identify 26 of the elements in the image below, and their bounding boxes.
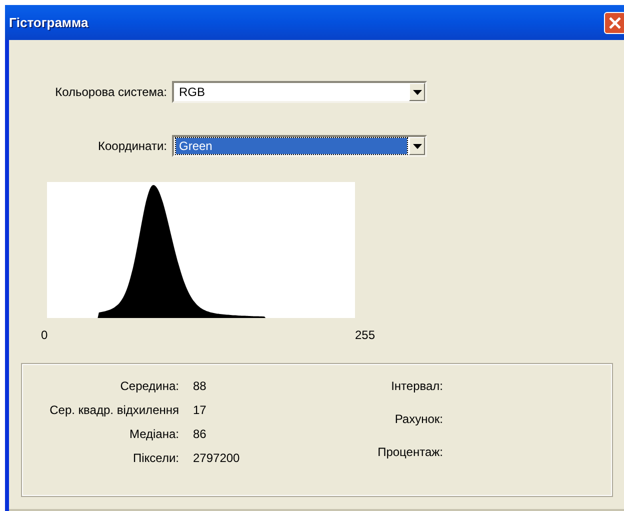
stat-value: 17 bbox=[193, 403, 206, 417]
dropdown[interactable]: RGB bbox=[172, 81, 427, 103]
stat-label: Сер. квадр. відхилення bbox=[48, 403, 180, 417]
field-label: Кольорова система: bbox=[54, 85, 168, 99]
dropdown[interactable]: Green bbox=[172, 135, 427, 157]
dropdown-button[interactable] bbox=[409, 83, 425, 101]
stat-label: Середина: bbox=[119, 379, 180, 393]
close-icon bbox=[608, 16, 622, 30]
stat-label: Інтервал: bbox=[391, 379, 443, 393]
stat-label: Медіана: bbox=[128, 427, 180, 441]
window-title: Гістограмма bbox=[9, 15, 88, 30]
caret-icon bbox=[412, 90, 422, 94]
axis-label: 0 bbox=[41, 328, 48, 342]
stat-value: 88 bbox=[193, 379, 206, 393]
stat-label: Рахунок: bbox=[394, 412, 443, 426]
close-button[interactable] bbox=[604, 12, 624, 34]
field-label: Координати: bbox=[96, 139, 168, 153]
dropdown-value: Green bbox=[176, 138, 407, 154]
axis-label: 255 bbox=[354, 328, 375, 342]
stat-value: 86 bbox=[193, 427, 206, 441]
stat-label: Процентаж: bbox=[378, 445, 443, 459]
dropdown-value: RGB bbox=[178, 84, 206, 100]
stat-value: 2797200 bbox=[193, 451, 240, 465]
dropdown-button[interactable] bbox=[409, 137, 425, 155]
stat-label: Піксели: bbox=[132, 451, 180, 465]
caret-icon bbox=[412, 144, 422, 148]
